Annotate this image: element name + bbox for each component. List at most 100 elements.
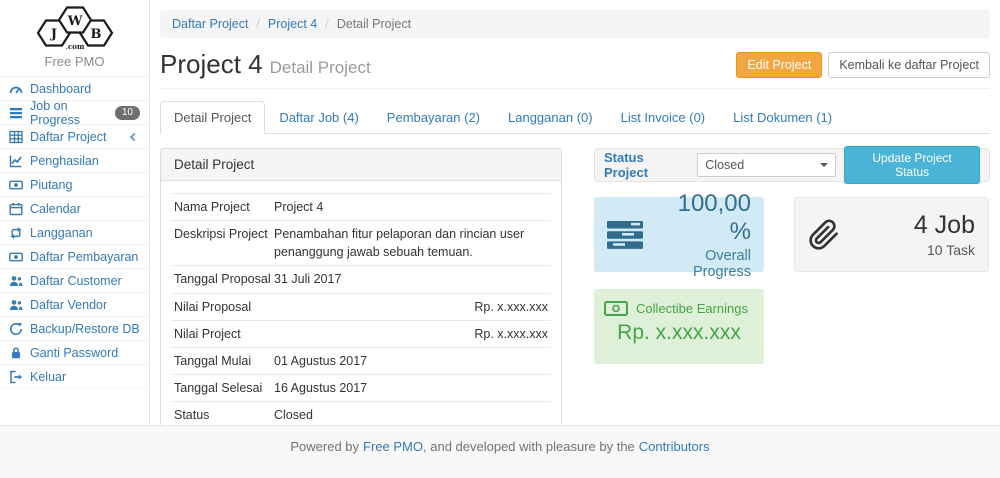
table-row-tanggal-mulai: Tanggal Mulai 01 Agustus 2017 <box>171 347 551 374</box>
tab-list-invoice[interactable]: List Invoice (0) <box>607 101 720 134</box>
sidebar-item-penghasilan[interactable]: Penghasilan <box>0 149 149 173</box>
logo-letter-j: J <box>49 27 56 42</box>
sidebar-item-keluar[interactable]: Keluar <box>0 365 149 389</box>
page-header: Project 4 Detail Project Edit Project Kem… <box>160 49 990 89</box>
sidebar-item-daftar-project[interactable]: Daftar Project <box>0 125 149 149</box>
paperclip-icon <box>808 219 840 251</box>
page-title-text: Project 4 <box>160 49 263 79</box>
detail-project-panel: Detail Project Nama Project Project 4 De… <box>160 148 562 464</box>
jwb-logo: J W B .com <box>27 5 123 51</box>
main-content: Daftar Project Project 4 Detail Project … <box>150 0 1000 425</box>
chevron-left-icon <box>130 132 138 140</box>
tab-langganan[interactable]: Langganan (0) <box>494 101 607 134</box>
jobs-value: 4 Job <box>850 211 975 240</box>
jobs-card: 4 Job 10 Task <box>794 197 989 272</box>
sidebar-item-label: Backup/Restore DB <box>30 322 140 336</box>
job-count-badge: 10 <box>115 106 140 120</box>
tab-bar: Detail Project Daftar Job (4) Pembayaran… <box>160 101 990 134</box>
breadcrumb: Daftar Project Project 4 Detail Project <box>160 10 990 38</box>
tab-list-dokumen[interactable]: List Dokumen (1) <box>719 101 846 134</box>
sidebar-item-piutang[interactable]: Piutang <box>0 173 149 197</box>
line-chart-icon <box>9 154 23 168</box>
sidebar-item-daftar-pembayaran[interactable]: Daftar Pembayaran <box>0 245 149 269</box>
jobs-caption: 10 Task <box>850 242 975 258</box>
edit-project-button[interactable]: Edit Project <box>736 52 822 78</box>
tab-daftar-job[interactable]: Daftar Job (4) <box>265 101 372 134</box>
sidebar-item-label: Ganti Password <box>30 346 118 360</box>
sidebar: J W B .com Free PMO Dashboard Job on Pro… <box>0 0 150 425</box>
sidebar-item-backup-restore-db[interactable]: Backup/Restore DB <box>0 317 149 341</box>
footer: Powered by Free PMO , and developed with… <box>0 425 1000 478</box>
sign-out-icon <box>9 370 23 384</box>
status-project-bar: Status Project Closed Update Project Sta… <box>594 148 990 182</box>
table-row-nama-project: Nama Project Project 4 <box>171 193 551 220</box>
dashboard-icon <box>9 82 23 96</box>
sidebar-item-label: Penghasilan <box>30 154 99 168</box>
money-icon <box>9 178 23 192</box>
money-icon <box>9 250 23 264</box>
free-pmo-link[interactable]: Free PMO <box>363 439 423 454</box>
calendar-icon <box>9 202 23 216</box>
sidebar-item-ganti-password[interactable]: Ganti Password <box>0 341 149 365</box>
table-row-tanggal-proposal: Tanggal Proposal 31 Juli 2017 <box>171 265 551 292</box>
table-row-nilai-proposal: Nilai Proposal Rp. x.xxx.xxx <box>171 293 551 320</box>
tab-pembayaran[interactable]: Pembayaran (2) <box>373 101 494 134</box>
tasks-icon <box>607 221 643 249</box>
table-icon <box>9 130 23 144</box>
status-select[interactable]: Closed <box>697 153 836 177</box>
progress-caption: Overall Progress <box>651 248 751 280</box>
sidebar-item-label: Job on Progress <box>30 99 108 127</box>
retweet-icon <box>9 226 23 240</box>
sidebar-item-job-on-progress[interactable]: Job on Progress 10 <box>0 101 149 125</box>
page: J W B .com Free PMO Dashboard Job on Pro… <box>0 0 1000 478</box>
sidebar-item-label: Daftar Customer <box>30 274 122 288</box>
brand-name: Free PMO <box>0 54 149 69</box>
contributors-link[interactable]: Contributors <box>639 439 710 454</box>
sidebar-item-label: Calendar <box>30 202 81 216</box>
sidebar-item-label: Keluar <box>30 370 66 384</box>
footer-text-middle: , and developed with pleasure by the <box>423 439 635 454</box>
table-row-nilai-project: Nilai Project Rp. x.xxx.xxx <box>171 320 551 347</box>
table-row-deskripsi-project: Deskripsi Project Penambahan fitur pelap… <box>171 220 551 265</box>
list-bars-icon <box>9 106 23 120</box>
money-bill-icon <box>604 301 628 316</box>
sidebar-item-calendar[interactable]: Calendar <box>0 197 149 221</box>
earnings-title: Collectibe Earnings <box>636 301 748 316</box>
logo-domain: .com <box>65 42 84 51</box>
page-title: Project 4 Detail Project <box>160 49 371 80</box>
progress-value: 100,00 % <box>651 190 751 246</box>
lock-icon <box>9 346 23 360</box>
logo-letter-w: W <box>66 14 82 29</box>
panel-title: Detail Project <box>161 149 561 181</box>
overall-progress-card: 100,00 % Overall Progress <box>594 197 764 272</box>
collectible-earnings-card: Collectibe Earnings Rp. x.xxx.xxx <box>594 289 764 364</box>
sidebar-item-label: Langganan <box>30 226 93 240</box>
refresh-icon <box>9 322 23 336</box>
breadcrumb-current: Detail Project <box>317 17 411 31</box>
brand: J W B .com Free PMO <box>0 0 149 77</box>
logo-letter-b: B <box>90 27 101 42</box>
update-project-status-button[interactable]: Update Project Status <box>844 146 980 184</box>
earnings-value: Rp. x.xxx.xxx <box>604 321 754 345</box>
sidebar-item-label: Dashboard <box>30 82 91 96</box>
status-project-label: Status Project <box>604 150 689 180</box>
breadcrumb-link-project-4[interactable]: Project 4 <box>268 17 317 31</box>
sidebar-item-label: Piutang <box>30 178 72 192</box>
sidebar-item-label: Daftar Project <box>30 130 106 144</box>
breadcrumb-link-daftar-project[interactable]: Daftar Project <box>172 17 248 31</box>
page-subtitle: Detail Project <box>270 58 371 77</box>
users-icon <box>9 274 23 288</box>
sidebar-item-daftar-customer[interactable]: Daftar Customer <box>0 269 149 293</box>
users-icon <box>9 298 23 312</box>
sidebar-item-daftar-vendor[interactable]: Daftar Vendor <box>0 293 149 317</box>
sidebar-item-langganan[interactable]: Langganan <box>0 221 149 245</box>
sidebar-item-label: Daftar Pembayaran <box>30 250 138 264</box>
caret-down-icon <box>820 163 828 167</box>
status-select-value: Closed <box>705 158 744 172</box>
footer-text-prefix: Powered by <box>290 439 359 454</box>
back-to-project-list-button[interactable]: Kembali ke daftar Project <box>828 52 990 78</box>
tab-detail-project[interactable]: Detail Project <box>160 101 265 134</box>
table-row-tanggal-selesai: Tanggal Selesai 16 Agustus 2017 <box>171 374 551 401</box>
sidebar-item-dashboard[interactable]: Dashboard <box>0 77 149 101</box>
sidebar-item-label: Daftar Vendor <box>30 298 107 312</box>
